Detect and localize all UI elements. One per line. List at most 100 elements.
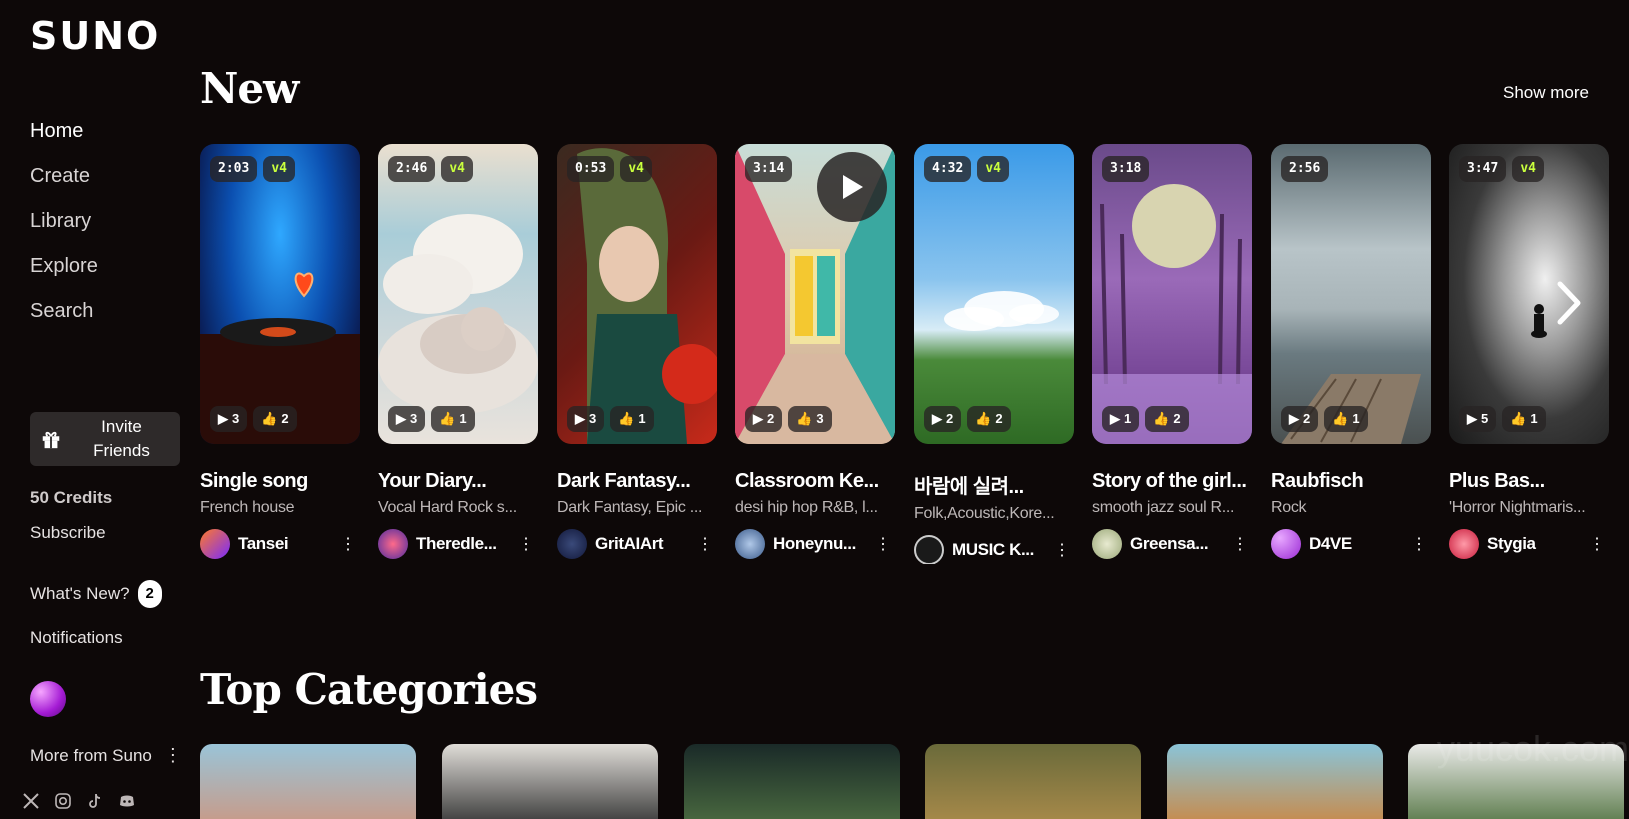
song-author[interactable]: Greensa... ⋮ [1092,529,1252,559]
song-card[interactable]: 3:47 v4 ▶ 5 👍 1 Plus Bas... 'Horror Nightma… [1449,144,1609,559]
plays-stat: ▶ 3 [210,406,248,432]
whats-new-link[interactable]: What's New? 2 [30,580,162,608]
play-icon: ▶ [1289,411,1299,426]
card-menu-icon[interactable]: ⋮ [875,534,891,554]
card-menu-icon[interactable]: ⋮ [1054,540,1070,560]
song-author[interactable]: Theredle... ⋮ [378,529,538,559]
nav-home[interactable]: Home [30,116,98,161]
cover-art-record-player [200,272,360,444]
more-from-suno[interactable]: More from Suno ⋮ [30,745,182,766]
song-cover[interactable]: 2:03 v4 ▶ 3 👍 2 [200,144,360,444]
play-icon: ▶ [1467,411,1477,426]
nav-create[interactable]: Create [30,161,98,206]
song-style: desi hip hop R&B, l... [735,499,878,516]
version-chip: v4 [977,156,1009,182]
nav-search[interactable]: Search [30,296,98,341]
card-menu-icon[interactable]: ⋮ [518,534,534,554]
category-card[interactable] [1167,744,1383,819]
category-card[interactable] [925,744,1141,819]
show-more-link[interactable]: Show more [1503,83,1589,103]
author-name: Tansei [238,534,289,553]
author-name: D4VE [1309,534,1352,553]
card-menu-icon[interactable]: ⋮ [1232,534,1248,554]
song-card[interactable]: 3:18 ▶ 1 👍 2 Story of the girl... smooth j… [1092,144,1252,559]
song-style: French house [200,499,295,516]
category-card[interactable] [442,744,658,819]
song-author[interactable]: Tansei ⋮ [200,529,360,559]
cover-art-anime-girl [577,148,717,444]
song-title[interactable]: Story of the girl... [1092,470,1252,493]
category-card[interactable] [200,744,416,819]
song-card[interactable]: 2:46 v4 ▶ 3 👍 1 Your Diary... Vocal Hard Ro… [378,144,538,559]
song-author[interactable]: Stygia ⋮ [1449,529,1609,559]
likes-stat: 👍 1 [431,406,475,432]
duration-chip: 0:53 [567,156,615,182]
song-card[interactable]: 3:14 ▶ 2 👍 3 Classroom Ke... desi hip hop … [735,144,895,559]
play-button[interactable] [817,152,887,222]
song-title[interactable]: Classroom Ke... [735,470,895,493]
song-card[interactable]: 2:56 ▶ 2 👍 1 Raubfisch Rock D4VE ⋮ [1271,144,1431,559]
subscribe-link[interactable]: Subscribe [30,523,106,543]
suno-logo[interactable]: SUNO [30,14,160,58]
play-icon: ▶ [575,411,585,426]
plays-stat: ▶ 3 [567,406,605,432]
nav-explore[interactable]: Explore [30,251,98,296]
card-menu-icon[interactable]: ⋮ [340,534,356,554]
tiktok-icon[interactable] [86,792,104,810]
app-root: SUNO Home Create Library Explore Search … [0,0,1629,819]
card-menu-icon[interactable]: ⋮ [697,534,713,554]
whats-new-badge: 2 [137,580,162,608]
main-nav: Home Create Library Explore Search [30,116,98,341]
likes-stat: 👍 1 [1502,406,1546,432]
song-author[interactable]: D4VE ⋮ [1271,529,1431,559]
new-songs-carousel: 2:03 v4 ▶ 3 👍 2 Single song French house Ta… [200,144,1629,564]
invite-friends-button[interactable]: Invite Friends [30,412,180,466]
song-title[interactable]: Raubfisch [1271,470,1431,493]
user-avatar[interactable] [30,681,66,717]
plays-stat: ▶ 2 [924,406,962,432]
author-avatar [200,529,230,559]
song-title[interactable]: 바람에 실려... [914,470,1074,499]
song-cover[interactable]: 2:56 ▶ 2 👍 1 [1271,144,1431,444]
song-title[interactable]: Single song [200,470,360,493]
play-icon [843,175,863,199]
song-title[interactable]: Your Diary... [378,470,538,493]
author-avatar [735,529,765,559]
song-title[interactable]: Dark Fantasy... [557,470,717,493]
whats-new-label: What's New? [30,584,130,603]
notifications-link[interactable]: Notifications [30,628,123,648]
song-style: Rock [1271,499,1307,516]
version-chip: v4 [620,156,652,182]
song-cover[interactable]: 2:46 v4 ▶ 3 👍 1 [378,144,538,444]
song-cover[interactable]: 3:14 ▶ 2 👍 3 [735,144,895,444]
song-card[interactable]: 2:03 v4 ▶ 3 👍 2 Single song French house Ta… [200,144,360,559]
song-cover[interactable]: 3:18 ▶ 1 👍 2 [1092,144,1252,444]
cover-art-sky-field [944,291,1059,331]
song-cover[interactable]: 4:32 v4 ▶ 2 👍 2 [914,144,1074,444]
discord-icon[interactable] [118,792,136,810]
song-author[interactable]: GritAIArt ⋮ [557,529,717,559]
nav-library[interactable]: Library [30,206,98,251]
song-card[interactable]: 4:32 v4 ▶ 2 👍 2 바람에 실려... Folk,Acoustic,Kor… [914,144,1074,564]
watermark: yuucok.com [1436,728,1629,769]
song-author[interactable]: MUSIC K... ⋮ [914,535,1074,564]
song-cover[interactable]: 0:53 v4 ▶ 3 👍 1 [557,144,717,444]
thumbs-up-icon: 👍 [261,411,278,426]
play-icon: ▶ [932,411,942,426]
card-menu-icon[interactable]: ⋮ [1589,534,1605,554]
play-icon: ▶ [753,411,763,426]
instagram-icon[interactable] [54,792,72,810]
song-title[interactable]: Plus Bas... [1449,470,1609,493]
x-icon[interactable] [22,792,40,810]
category-card[interactable] [684,744,900,819]
thumbs-up-icon: 👍 [1332,411,1349,426]
song-author[interactable]: Honeynu... ⋮ [735,529,895,559]
song-style: smooth jazz soul R... [1092,499,1235,516]
sidebar: SUNO Home Create Library Explore Search … [0,0,185,819]
thumbs-up-icon: 👍 [796,411,813,426]
version-chip: v4 [263,156,295,182]
carousel-next-arrow-icon[interactable] [1548,278,1588,328]
song-card[interactable]: 0:53 v4 ▶ 3 👍 1 Dark Fantasy... Dark Fantas… [557,144,717,559]
duration-chip: 3:14 [745,156,793,182]
card-menu-icon[interactable]: ⋮ [1411,534,1427,554]
